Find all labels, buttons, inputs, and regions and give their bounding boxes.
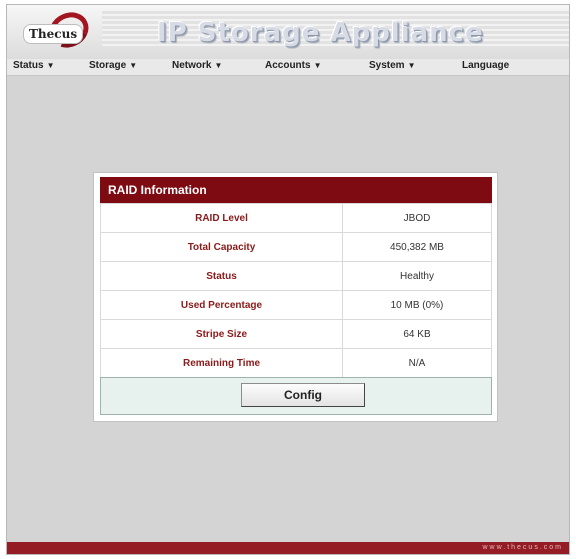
thecus-logo: Thecus xyxy=(19,6,97,54)
row-label: Status xyxy=(100,261,343,291)
row-value: JBOD xyxy=(342,203,492,233)
raid-info-table: RAID Level JBOD Total Capacity 450,382 M… xyxy=(100,203,492,378)
menu-system[interactable]: System ▼ xyxy=(369,60,416,71)
table-row: Status Healthy xyxy=(100,261,492,291)
row-label: RAID Level xyxy=(100,203,343,233)
app-window: Thecus IP Storage Appliance Status ▼ Stor… xyxy=(6,4,570,555)
menu-storage[interactable]: Storage ▼ xyxy=(89,60,137,71)
menu-network[interactable]: Network ▼ xyxy=(172,60,222,71)
caret-down-icon: ▼ xyxy=(407,61,416,70)
table-row: Used Percentage 10 MB (0%) xyxy=(100,290,492,320)
raid-info-panel: RAID Information RAID Level JBOD Total C… xyxy=(93,172,498,422)
row-value: N/A xyxy=(342,348,492,378)
menu-accounts[interactable]: Accounts ▼ xyxy=(265,60,321,71)
menu-bar: Status ▼ Storage ▼ Network ▼ Accounts ▼ Syst… xyxy=(7,59,569,76)
row-label: Total Capacity xyxy=(100,232,343,262)
config-button[interactable]: Config xyxy=(241,383,365,407)
logo-text: Thecus xyxy=(23,24,84,44)
table-row: RAID Level JBOD xyxy=(100,203,492,233)
menu-status-label: Status xyxy=(13,60,44,71)
menu-status[interactable]: Status ▼ xyxy=(13,60,54,71)
table-row: Stripe Size 64 KB xyxy=(100,319,492,349)
caret-down-icon: ▼ xyxy=(313,61,322,70)
caret-down-icon: ▼ xyxy=(214,61,223,70)
row-value: 64 KB xyxy=(342,319,492,349)
menu-system-label: System xyxy=(369,60,405,71)
row-value: Healthy xyxy=(342,261,492,291)
panel-title: RAID Information xyxy=(100,177,492,203)
footer-url[interactable]: www.thecus.com xyxy=(482,542,563,554)
footer-bar: www.thecus.com xyxy=(7,542,569,554)
table-row: Remaining Time N/A xyxy=(100,348,492,378)
menu-accounts-label: Accounts xyxy=(265,60,311,71)
config-row: Config xyxy=(100,377,492,415)
caret-down-icon: ▼ xyxy=(46,61,55,70)
caret-down-icon: ▼ xyxy=(129,61,138,70)
row-label: Stripe Size xyxy=(100,319,343,349)
row-value: 450,382 MB xyxy=(342,232,492,262)
row-value: 10 MB (0%) xyxy=(342,290,492,320)
row-label: Used Percentage xyxy=(100,290,343,320)
menu-network-label: Network xyxy=(172,60,212,71)
header: Thecus IP Storage Appliance xyxy=(7,5,569,59)
row-label: Remaining Time xyxy=(100,348,343,378)
table-row: Total Capacity 450,382 MB xyxy=(100,232,492,262)
menu-storage-label: Storage xyxy=(89,60,127,71)
menu-language[interactable]: Language xyxy=(462,60,509,71)
app-title: IP Storage Appliance xyxy=(157,18,484,48)
menu-language-label: Language xyxy=(462,60,510,71)
